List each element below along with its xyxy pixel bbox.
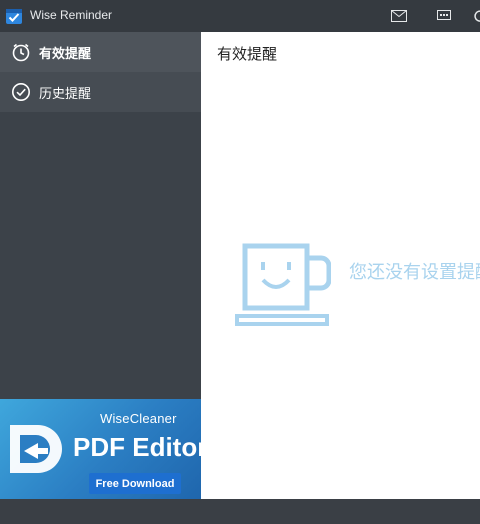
feedback-button[interactable] <box>434 6 454 26</box>
clock-icon <box>11 42 31 62</box>
refresh-icon <box>474 10 480 22</box>
sidebar-item-label: 历史提醒 <box>39 86 92 102</box>
empty-cup-icon <box>235 240 332 330</box>
sidebar: 有效提醒 历史提醒 WiseCleaner PDF Editor Free Do… <box>0 32 201 499</box>
title-bar: Wise Reminder <box>0 0 480 32</box>
ad-banner[interactable]: WiseCleaner PDF Editor Free Download <box>0 399 201 499</box>
refresh-button[interactable] <box>470 6 480 26</box>
sidebar-item-label: 有效提醒 <box>39 46 92 62</box>
window-title: Wise Reminder <box>30 8 113 22</box>
free-download-button[interactable]: Free Download <box>89 473 181 494</box>
pdf-editor-logo-icon <box>4 421 64 477</box>
app-logo-icon <box>5 7 23 25</box>
feedback-icon <box>437 10 451 20</box>
empty-state-message: 您还没有设置提醒 <box>349 262 480 283</box>
mail-button[interactable] <box>389 6 409 26</box>
ad-product-name: PDF Editor <box>73 432 201 462</box>
page-title: 有效提醒 <box>217 45 278 63</box>
check-circle-icon <box>11 82 31 102</box>
main-panel: 有效提醒 您还没有设置提醒 <box>201 32 480 499</box>
status-bar <box>0 499 480 524</box>
sidebar-item-history-reminders[interactable]: 历史提醒 <box>0 72 201 112</box>
mail-icon <box>391 10 407 22</box>
ad-brand: WiseCleaner <box>100 411 177 426</box>
sidebar-item-active-reminders[interactable]: 有效提醒 <box>0 32 201 72</box>
